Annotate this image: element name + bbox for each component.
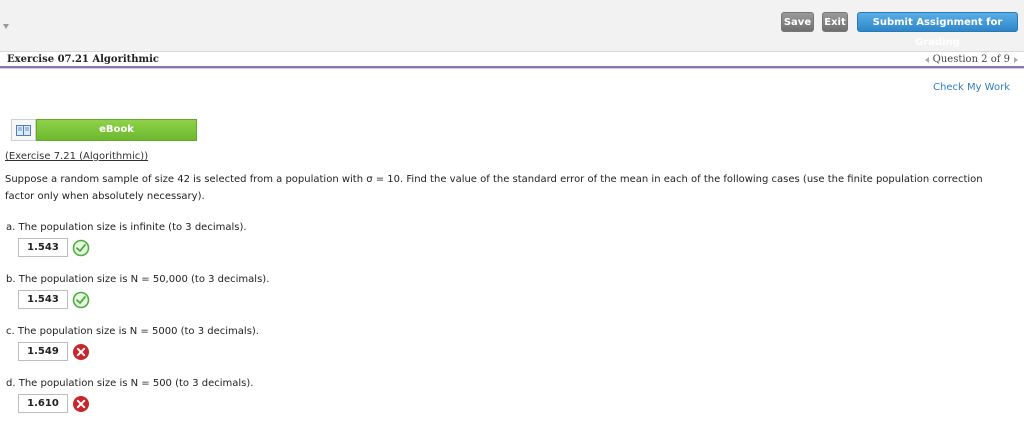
part-d-label: d. The population size is N = 500 (to 3 …	[6, 378, 254, 389]
part-b-label: b. The population size is N = 50,000 (to…	[6, 274, 270, 285]
part-d-answer-field[interactable]: 1.610	[18, 394, 68, 413]
check-my-work-link[interactable]: Check My Work	[933, 82, 1010, 93]
part-a-answer-row: 1.543	[18, 238, 90, 257]
exercise-title: Exercise 07.21 Algorithmic	[7, 54, 160, 65]
correct-check-icon	[72, 239, 90, 256]
submit-assignment-button[interactable]: Submit Assignment for Grading	[857, 12, 1018, 48]
part-a-answer-field[interactable]: 1.543	[18, 238, 68, 257]
save-button[interactable]: Save	[781, 12, 814, 32]
previous-question-icon[interactable]	[924, 56, 929, 63]
exit-button[interactable]: Exit	[822, 12, 848, 32]
incorrect-x-icon	[73, 343, 89, 360]
menu-caret-icon[interactable]	[3, 24, 9, 29]
ebook-button[interactable]: eBook	[11, 119, 197, 141]
header-divider-light	[0, 68, 1024, 69]
next-question-icon[interactable]	[1014, 56, 1018, 63]
part-c-label: c. The population size is N = 5000 (to 3…	[6, 326, 259, 337]
question-counter: Question 2 of 9	[932, 54, 1010, 65]
top-toolbar: Save Exit Submit Assignment for Grading	[0, 0, 1024, 52]
book-icon	[11, 119, 36, 141]
part-a-label: a. The population size is infinite (to 3…	[6, 222, 247, 233]
ebook-label: eBook	[36, 119, 197, 141]
part-c-answer-row: 1.549	[18, 342, 90, 361]
incorrect-x-icon	[73, 395, 89, 412]
correct-check-icon	[72, 291, 90, 308]
exercise-reference-link[interactable]: (Exercise 7.21 (Algorithmic))	[5, 151, 148, 162]
question-text: Suppose a random sample of size 42 is se…	[5, 174, 983, 202]
part-d-answer-row: 1.610	[18, 394, 90, 413]
part-c-answer-field[interactable]: 1.549	[18, 342, 68, 361]
question-navigator: Question 2 of 9	[924, 54, 1018, 65]
exercise-header: Exercise 07.21 Algorithmic Question 2 of…	[0, 53, 1024, 67]
part-b-answer-row: 1.543	[18, 290, 90, 309]
part-b-answer-field[interactable]: 1.543	[18, 290, 68, 309]
